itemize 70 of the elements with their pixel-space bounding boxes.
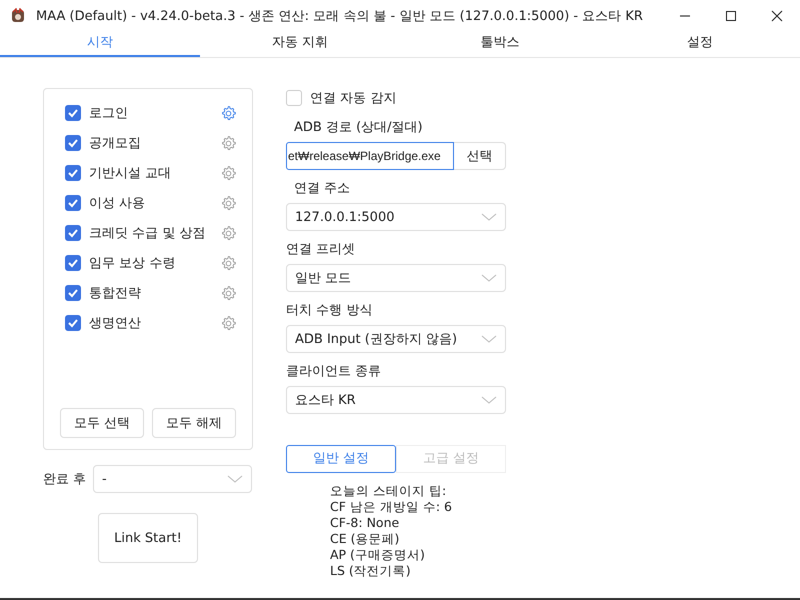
stage-tip-text: CF-8: None	[330, 515, 400, 531]
dropdown[interactable]: 일반 모드	[286, 264, 506, 292]
tab[interactable]: 툴박스	[400, 31, 600, 57]
close-icon	[771, 10, 783, 22]
task-label: 크레딧 수급 및 상점	[89, 225, 206, 242]
checkmark-icon	[67, 257, 79, 269]
dropdown[interactable]: 127.0.0.1:5000	[286, 203, 506, 231]
task-label: 이성 사용	[89, 195, 146, 212]
checkmark-icon	[67, 197, 79, 209]
stage-tip-text: AP (구매증명서)	[330, 547, 426, 563]
button[interactable]: 모두 해제	[152, 408, 236, 438]
settings-icon[interactable]	[220, 224, 237, 242]
settings-icon[interactable]	[220, 104, 237, 122]
checkbox[interactable]	[286, 90, 302, 106]
auto-detect-label: 연결 자동 감지	[310, 90, 398, 107]
task-label: 로그인	[89, 105, 129, 122]
checkbox[interactable]	[65, 105, 81, 121]
checkbox[interactable]	[65, 285, 81, 301]
settings-icon[interactable]	[220, 164, 237, 182]
settings-icon[interactable]	[220, 194, 237, 212]
checkmark-icon	[67, 137, 79, 149]
settings-icon[interactable]	[220, 254, 237, 272]
checkmark-icon	[67, 317, 79, 329]
checkbox[interactable]	[65, 255, 81, 271]
chevron-down-icon	[227, 475, 243, 483]
checkbox[interactable]	[65, 195, 81, 211]
field-label: 연결 프리셋	[286, 241, 356, 259]
stage-tip-text: LS (작전기록)	[330, 563, 412, 579]
tab[interactable]: 설정	[600, 31, 800, 57]
task-label: 생명연산	[89, 315, 142, 332]
task-label: 공개모집	[89, 135, 142, 152]
task-label: 통합전략	[89, 285, 142, 302]
checkbox[interactable]	[65, 315, 81, 331]
stage-tip-text: CF 남은 개방일 수: 6	[330, 499, 453, 515]
stage-tip-text: CE (용문페)	[330, 531, 400, 547]
field-label: 연결 주소	[294, 180, 352, 198]
dropdown[interactable]: 요스타 KR	[286, 386, 506, 414]
link-start-button[interactable]: Link Start!	[98, 513, 198, 563]
chevron-down-icon	[481, 335, 497, 343]
settings-icon[interactable]	[220, 314, 237, 332]
app-logo-icon	[10, 8, 26, 24]
checkbox[interactable]	[65, 135, 81, 151]
after-completion-label: 완료 후	[42, 471, 88, 488]
button[interactable]: 모두 선택	[60, 408, 144, 438]
after-completion-dropdown[interactable]: -	[93, 465, 252, 493]
task-label: 기반시설 교대	[89, 165, 172, 182]
chevron-down-icon	[481, 274, 497, 282]
checkmark-icon	[67, 227, 79, 239]
field-label: ADB 경로 (상대/절대)	[294, 119, 424, 137]
tab[interactable]: 자동 지휘	[200, 31, 400, 57]
task-label: 임무 보상 수령	[89, 255, 176, 272]
adb-path-field[interactable]: et₩release₩PlayBridge.exe	[286, 142, 454, 170]
checkmark-icon	[67, 107, 79, 119]
dropdown[interactable]: ADB Input (권장하지 않음)	[286, 325, 506, 353]
settings-tab[interactable]: 일반 설정	[286, 445, 396, 473]
checkbox[interactable]	[65, 165, 81, 181]
window-title: MAA (Default) - v4.24.0-beta.3 - 생존 연산: 모래 속의 불 - 일반 모드 (127.0.0.1:5000) - 요스타 KR	[36, 8, 644, 24]
settings-icon[interactable]	[220, 284, 237, 302]
tab[interactable]: 시작	[0, 31, 200, 57]
select-button[interactable]: 선택	[454, 142, 506, 170]
field-label: 클라이언트 종류	[286, 363, 382, 381]
stage-tip-text: 오늘의 스테이지 팁:	[330, 483, 448, 499]
checkmark-icon	[67, 167, 79, 179]
checkmark-icon	[67, 287, 79, 299]
settings-icon[interactable]	[220, 134, 237, 152]
checkbox[interactable]	[65, 225, 81, 241]
field-label: 터치 수행 방식	[286, 302, 374, 320]
chevron-down-icon	[481, 213, 497, 221]
chevron-down-icon	[481, 396, 497, 404]
maximize-icon	[725, 10, 737, 22]
